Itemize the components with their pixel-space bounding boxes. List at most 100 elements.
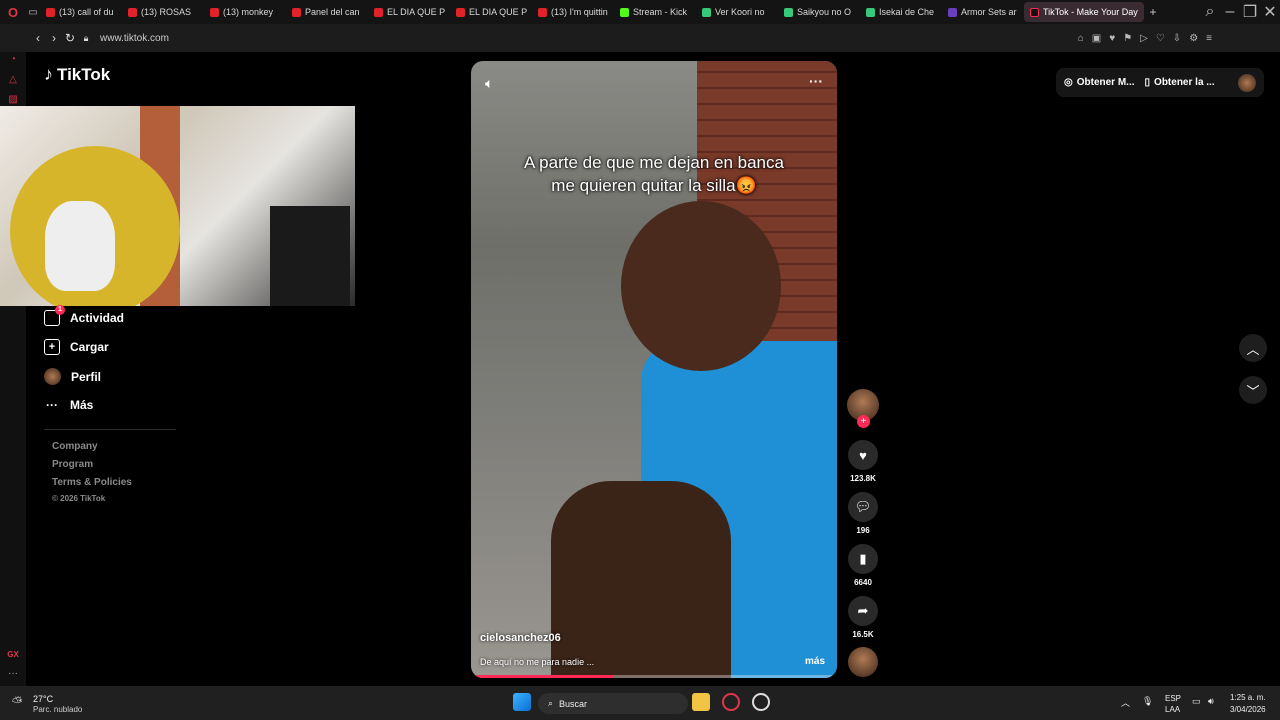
comment-action[interactable]: 💬︎ 196: [846, 492, 880, 535]
footer-company-link[interactable]: Company: [52, 441, 98, 452]
browser-tab[interactable]: Isekai de Che: [860, 2, 942, 22]
sidebar-item-perfil[interactable]: Perfil: [44, 368, 101, 385]
minimize-icon[interactable]: –: [1220, 3, 1240, 21]
tray-chevron-icon[interactable]: ︿: [1121, 696, 1130, 709]
language-code[interactable]: ESP: [1165, 694, 1181, 703]
heart-icon[interactable]: ♥: [848, 440, 878, 470]
volume-tray-icon[interactable]: 🔊︎: [1208, 696, 1214, 707]
tab-label: Isekai de Che: [879, 7, 935, 17]
file-explorer-icon[interactable]: [692, 693, 710, 711]
comment-icon[interactable]: 💬︎: [848, 492, 878, 522]
search-icon: ⌕: [548, 698, 554, 708]
sidebar-more-icon[interactable]: ···: [6, 668, 20, 679]
sidebar-messenger-icon[interactable]: ▨: [6, 94, 20, 105]
sound-disc[interactable]: [846, 647, 880, 677]
browser-tab[interactable]: Ver Koori no: [696, 2, 778, 22]
sidebar-item-cargar[interactable]: + Cargar: [44, 339, 109, 355]
like-action[interactable]: ♥ 123.8K: [846, 440, 880, 483]
forward-icon[interactable]: ›: [46, 31, 62, 45]
tab-favicon-icon: [210, 7, 219, 17]
browser-tab[interactable]: EL DIA QUE P: [368, 2, 450, 22]
creator-avatar[interactable]: +: [846, 389, 880, 428]
weather-temp[interactable]: 27°C: [33, 694, 53, 704]
chevron-up-icon: ︿: [1246, 341, 1260, 357]
toolbar-extensions-icon[interactable]: ⌂▣♥⚑▷♡⇩⚙≡: [1000, 33, 1220, 44]
sidebar-item-label: Actividad: [70, 311, 125, 325]
browser-tab[interactable]: Panel del can: [286, 2, 368, 22]
new-tab-button[interactable]: +: [1144, 5, 1162, 19]
video-player[interactable]: 🔈︎ ··· A parte de que me dejan en banca …: [471, 61, 837, 678]
volume-icon[interactable]: 🔈︎: [485, 75, 493, 92]
previous-video-button[interactable]: ︿: [1239, 334, 1267, 362]
app-taskbar-icon[interactable]: [752, 693, 770, 711]
start-windows-icon[interactable]: [513, 693, 531, 711]
tab-favicon-icon: [292, 7, 301, 17]
get-coins-button[interactable]: ◎ Obtener M...: [1064, 77, 1135, 88]
user-avatar[interactable]: [1238, 73, 1256, 92]
tab-label: EL DIA QUE P: [387, 7, 446, 17]
tab-label: Saikyou no O: [797, 7, 852, 17]
chevron-down-icon: ﹀: [1246, 383, 1260, 399]
share-action[interactable]: ➦ 16.5K: [846, 596, 880, 639]
sidebar-item-mas[interactable]: ··· Más: [44, 397, 93, 413]
video-more-link[interactable]: más: [805, 656, 825, 667]
inbox-icon: 1: [44, 305, 65, 326]
clock-time[interactable]: 1:25 a. m.: [1230, 693, 1266, 702]
next-video-button[interactable]: ﹀: [1239, 376, 1267, 404]
tiktok-logo[interactable]: ♪ TikTok: [44, 64, 110, 85]
clock-date: 3/04/2026: [1230, 705, 1266, 714]
footer-terms-link[interactable]: Terms & Policies: [52, 477, 132, 488]
footer-program-link[interactable]: Program: [52, 459, 93, 470]
get-app-button[interactable]: ▯ Obtener la ...: [1145, 77, 1215, 88]
reload-icon[interactable]: ↻: [62, 31, 78, 45]
tab-islands-icon[interactable]: ▭: [26, 7, 40, 18]
weather-icon[interactable]: ⛅︎: [12, 694, 22, 710]
share-icon[interactable]: ➦: [848, 596, 878, 626]
close-window-icon[interactable]: ✕: [1260, 2, 1280, 22]
sidebar-item-label: Cargar: [70, 340, 109, 354]
weather-desc: Parc. nublado: [33, 705, 83, 714]
save-count: 6640: [854, 578, 872, 587]
sidebar-ai-icon[interactable]: △: [6, 74, 20, 85]
browser-tab[interactable]: Armor Sets ar: [942, 2, 1024, 22]
tab-label: Armor Sets ar: [961, 7, 1017, 17]
opera-gx-taskbar-icon[interactable]: [722, 693, 740, 711]
tab-tiktok-active[interactable]: TikTok - Make Your Day: [1024, 2, 1144, 22]
profile-avatar-icon: [44, 368, 61, 385]
video-progress-bar[interactable]: [471, 675, 837, 678]
follow-plus-icon[interactable]: +: [857, 415, 870, 428]
browser-tab-strip: O ▭ (13) call of du (13) ROSAS (13) monkey…: [0, 0, 1280, 24]
tab-favicon-icon: [866, 7, 875, 17]
top-right-actions: ◎ Obtener M... ▯ Obtener la ...: [1056, 68, 1264, 97]
language-layout: LAA: [1165, 705, 1181, 714]
browser-tab[interactable]: (13) ROSAS: [122, 2, 204, 22]
share-count: 16.5K: [852, 630, 874, 639]
sidebar-gx-icon[interactable]: GX: [6, 650, 20, 659]
webcam-microphone: [270, 206, 350, 306]
microphone-icon[interactable]: 🎙︎: [1142, 696, 1153, 707]
video-progress-fill: [471, 675, 614, 678]
maximize-icon[interactable]: ❐: [1240, 2, 1260, 22]
network-icon[interactable]: ▭: [1192, 696, 1201, 707]
video-options-icon[interactable]: ···: [809, 73, 823, 89]
video-author[interactable]: cielosanchez06: [480, 632, 561, 644]
browser-tab[interactable]: Stream - Kick: [614, 2, 696, 22]
sidebar-item-actividad[interactable]: 1 Actividad: [44, 305, 125, 326]
opera-logo-icon[interactable]: O: [0, 5, 26, 20]
taskbar-search[interactable]: ⌕ Buscar: [538, 693, 688, 714]
browser-tab[interactable]: (13) call of du: [40, 2, 122, 22]
browser-tab[interactable]: Saikyou no O: [778, 2, 860, 22]
save-action[interactable]: ▮ 6640: [846, 544, 880, 587]
sidebar-item-label: Más: [70, 398, 94, 412]
search-tabs-icon[interactable]: ⌕: [1200, 3, 1220, 21]
bookmark-icon[interactable]: ▮: [848, 544, 878, 574]
like-count: 123.8K: [850, 474, 876, 483]
back-icon[interactable]: ‹: [30, 31, 46, 45]
video-girl-legs: [551, 481, 731, 678]
browser-tab[interactable]: EL DIA QUE P: [450, 2, 532, 22]
footer-copyright: © 2026 TikTok: [52, 494, 106, 503]
sidebar-history-icon[interactable]: ◔: [6, 54, 20, 65]
url-field[interactable]: www.tiktok.com: [100, 33, 1000, 44]
browser-tab[interactable]: (13) monkey: [204, 2, 286, 22]
browser-tab[interactable]: (13) I'm quittin: [532, 2, 614, 22]
